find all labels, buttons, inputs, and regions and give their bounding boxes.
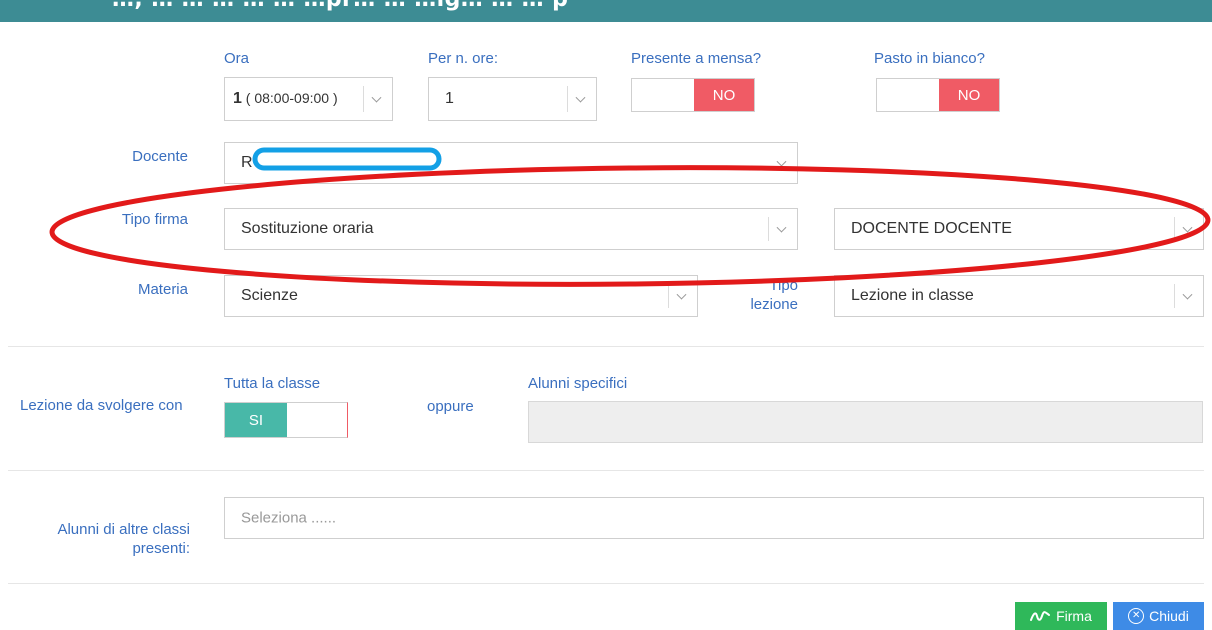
- firma-button[interactable]: Firma: [1015, 602, 1107, 630]
- close-circle-icon: ✕: [1128, 608, 1145, 624]
- chiudi-button-label: Chiudi: [1149, 608, 1189, 624]
- alunni-specifici-label: Alunni specifici: [528, 375, 628, 392]
- blue-redaction-annotation: [252, 147, 442, 171]
- tutta-classe-toggle[interactable]: SI: [224, 402, 348, 438]
- section-divider: [8, 470, 1204, 471]
- alunni-specifici-input[interactable]: [528, 401, 1203, 443]
- altre-classi-label-line2: presenti:: [132, 540, 190, 557]
- signature-icon: [1030, 611, 1051, 621]
- chiudi-button[interactable]: ✕ Chiudi: [1113, 602, 1204, 630]
- red-circle-annotation: [49, 165, 1211, 287]
- tutta-classe-label: Tutta la classe: [224, 375, 321, 392]
- altre-classi-input[interactable]: Seleziona ......: [224, 497, 1204, 539]
- firma-button-label: Firma: [1056, 608, 1092, 624]
- altre-classi-label-line1: Alunni di altre classi: [57, 521, 190, 538]
- tutta-classe-si: SI: [225, 403, 287, 437]
- lezione-label: Lezione da svolgere con: [20, 397, 183, 414]
- altre-classi-label: Alunni di altre classi presenti:: [20, 520, 190, 558]
- oppure-label: oppure: [427, 398, 474, 415]
- altre-classi-placeholder: Seleziona ......: [241, 509, 337, 527]
- section-divider: [8, 346, 1204, 347]
- section-divider: [8, 583, 1204, 584]
